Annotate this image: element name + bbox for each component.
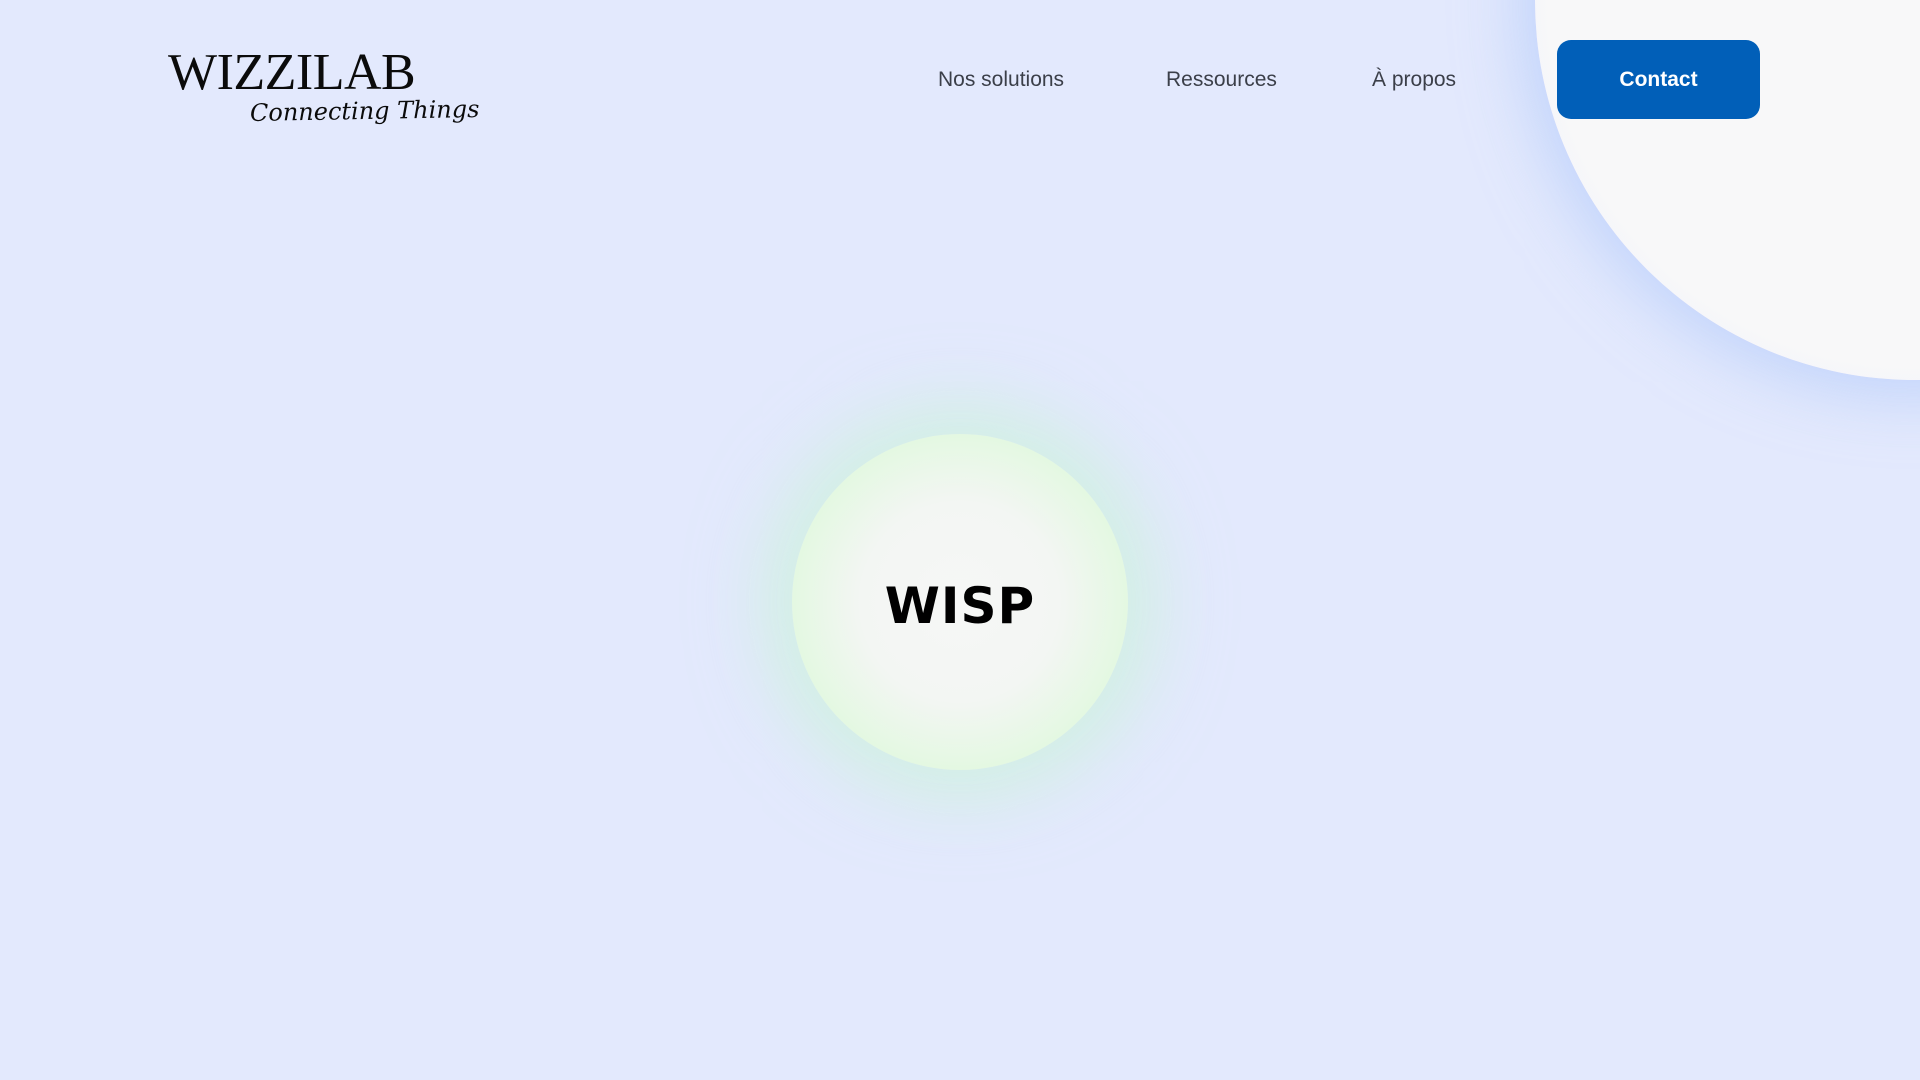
logo-tagline: Connecting Things [249,95,480,127]
logo[interactable]: WIZZILAB Connecting Things [168,44,480,130]
nav-link-about[interactable]: À propos [1372,62,1456,98]
logo-wordmark: WIZZILAB [168,44,416,101]
page: WIZZILAB Connecting Things Nos solutions… [0,0,1920,1080]
nav-link-solutions[interactable]: Nos solutions [938,62,1064,98]
contact-button[interactable]: Contact [1557,40,1760,119]
site-header: WIZZILAB Connecting Things Nos solutions… [0,0,1920,160]
hero-title: WISP [884,577,1036,635]
nav-link-resources[interactable]: Ressources [1166,62,1277,98]
